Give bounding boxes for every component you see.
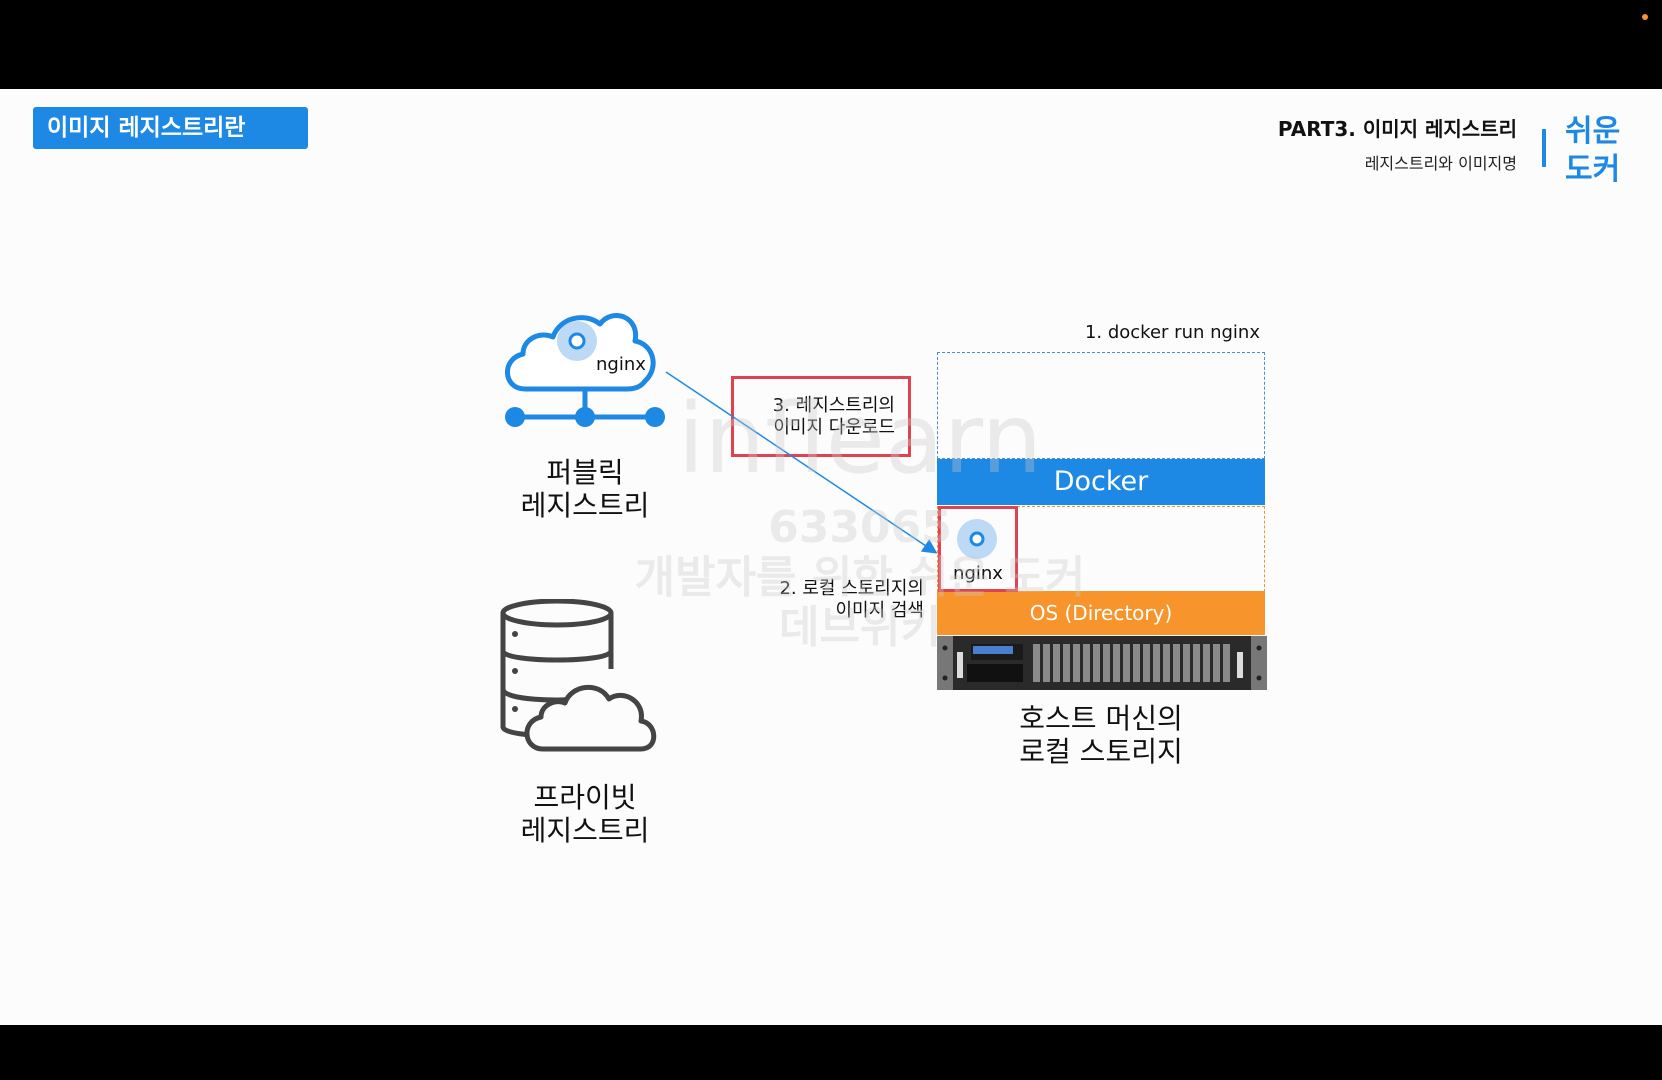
slide: 이미지 레지스트리란 PART3. 이미지 레지스트리 레지스트리와 이미지명 …: [0, 89, 1662, 1025]
download-arrow: [665, 371, 938, 554]
recording-indicator: [1642, 14, 1648, 20]
